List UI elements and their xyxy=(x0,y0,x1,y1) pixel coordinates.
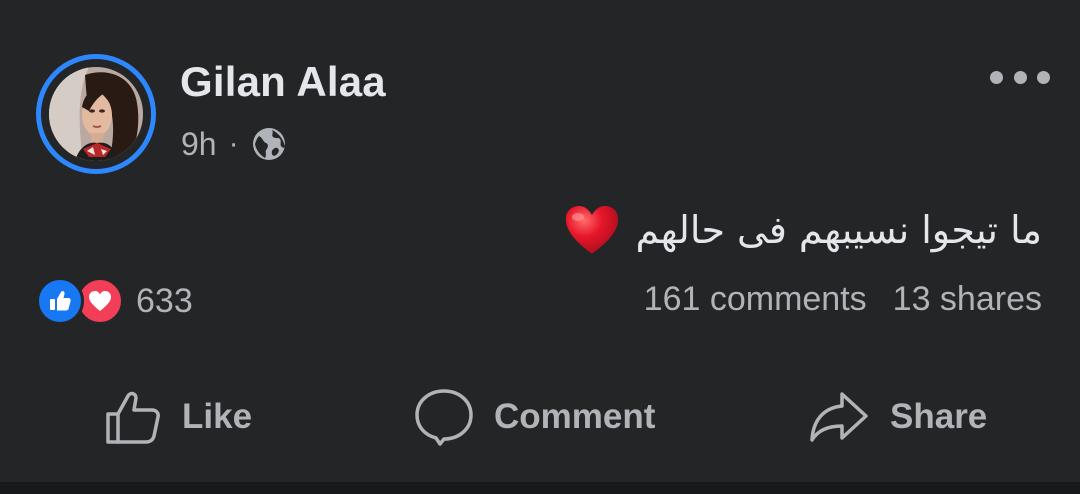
bottom-divider xyxy=(0,482,1080,494)
thumbs-up-icon xyxy=(106,391,160,444)
like-button[interactable]: Like xyxy=(104,380,252,454)
comment-bubble-icon xyxy=(415,389,473,446)
like-reaction-icon xyxy=(36,277,84,325)
comments-count-link[interactable]: 161 comments xyxy=(644,280,867,319)
comment-button[interactable]: Comment xyxy=(414,380,655,454)
more-dot-icon xyxy=(990,70,1003,84)
share-arrow-icon xyxy=(810,392,868,442)
shares-count-link[interactable]: 13 shares xyxy=(893,280,1042,319)
share-button[interactable]: Share xyxy=(808,380,987,454)
post-text-content: ما تيجوا نسيبهم فى حالهم xyxy=(635,208,1042,252)
author-name[interactable]: Gilan Alaa xyxy=(180,58,386,106)
engagement-stats: 161 comments 13 shares xyxy=(644,280,1042,319)
post-time[interactable]: 9h xyxy=(181,126,217,163)
comment-button-label: Comment xyxy=(494,397,656,436)
more-options-button[interactable] xyxy=(990,62,1050,92)
reactions-summary[interactable]: 633 xyxy=(36,276,193,326)
like-button-label: Like xyxy=(182,397,253,436)
avatar[interactable] xyxy=(49,67,143,161)
post-card: Gilan Alaa 9h · ما تيجوا نسيبهم فى حالهم xyxy=(0,0,1080,494)
meta-separator: · xyxy=(228,127,239,160)
more-dot-icon xyxy=(1037,70,1050,84)
share-button-label: Share xyxy=(890,397,988,436)
reaction-count: 633 xyxy=(136,281,193,320)
post-meta: 9h · xyxy=(181,124,287,164)
more-dot-icon xyxy=(1013,70,1027,84)
post-action-bar: Like Comment Share xyxy=(0,380,1080,454)
post-text: ما تيجوا نسيبهم فى حالهم xyxy=(563,204,1042,256)
globe-icon[interactable] xyxy=(251,126,287,162)
red-heart-emoji-icon xyxy=(563,204,621,256)
avatar-story-ring[interactable] xyxy=(36,54,156,174)
